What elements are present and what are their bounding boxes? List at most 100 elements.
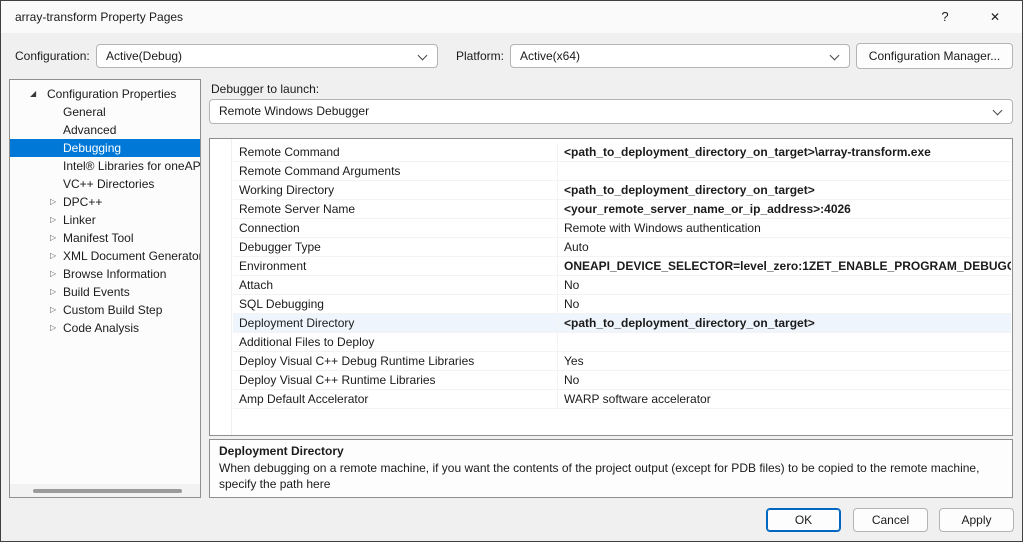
property-grid-gutter <box>210 139 232 435</box>
tree-item-label: DPC++ <box>63 193 102 211</box>
property-value[interactable]: Auto <box>557 238 1011 256</box>
ok-button[interactable]: OK <box>766 508 841 532</box>
property-value[interactable]: Remote with Windows authentication <box>557 219 1011 237</box>
tree-item[interactable]: ▷ Custom Build Step <box>10 301 200 319</box>
configuration-select[interactable]: Active(Debug) <box>96 44 438 68</box>
property-value[interactable]: No <box>557 276 1011 294</box>
property-value[interactable] <box>557 162 1011 180</box>
tree-expander-icon[interactable]: ▷ <box>50 301 56 319</box>
property-value[interactable]: <path_to_deployment_directory_on_target> <box>557 314 1011 332</box>
configuration-manager-button[interactable]: Configuration Manager... <box>856 43 1013 69</box>
property-row[interactable]: Deploy Visual C++ Runtime Libraries No <box>233 371 1011 390</box>
property-row[interactable]: Deployment Directory <path_to_deployment… <box>233 314 1011 333</box>
tree-item[interactable]: VC++ Directories <box>10 175 200 193</box>
tree-expander-icon[interactable]: ◢ <box>30 85 36 103</box>
tree-item-label: Advanced <box>63 121 116 139</box>
property-name: Working Directory <box>233 181 557 199</box>
apply-button[interactable]: Apply <box>939 508 1014 532</box>
property-name: Remote Command Arguments <box>233 162 557 180</box>
cancel-button[interactable]: Cancel <box>853 508 928 532</box>
chevron-down-icon <box>993 106 1003 116</box>
tree-item[interactable]: Advanced <box>10 121 200 139</box>
property-pages-dialog: array-transform Property Pages ? ✕ Confi… <box>0 0 1023 542</box>
chevron-down-icon <box>418 51 428 61</box>
property-grid: Remote Command <path_to_deployment_direc… <box>209 138 1013 436</box>
debugger-value: Remote Windows Debugger <box>219 104 369 118</box>
tree-item[interactable]: ▷ Code Analysis <box>10 319 200 337</box>
property-row[interactable]: Attach No <box>233 276 1011 295</box>
tree-expander-icon[interactable]: ▷ <box>50 193 56 211</box>
properties-tree: ◢ Configuration Properties General Advan… <box>9 79 201 498</box>
tree-item-label: Configuration Properties <box>47 85 176 103</box>
property-row[interactable]: Working Directory <path_to_deployment_di… <box>233 181 1011 200</box>
property-value[interactable] <box>557 333 1011 351</box>
tree-item[interactable]: Intel® Libraries for oneAPI <box>10 157 200 175</box>
tree-expander-icon[interactable]: ▷ <box>50 283 56 301</box>
tree-item-label: Code Analysis <box>63 319 139 337</box>
property-value[interactable]: No <box>557 295 1011 313</box>
tree-item-label: Manifest Tool <box>63 229 133 247</box>
tree-expander-icon[interactable]: ▷ <box>50 265 56 283</box>
tree-item-label: General <box>63 103 106 121</box>
tree-item[interactable]: ▷ Manifest Tool <box>10 229 200 247</box>
tree-expander-icon[interactable]: ▷ <box>50 229 56 247</box>
close-button[interactable]: ✕ <box>974 1 1016 33</box>
property-name: Deploy Visual C++ Runtime Libraries <box>233 371 557 389</box>
tree-item[interactable]: ▷ Browse Information <box>10 265 200 283</box>
description-text: When debugging on a remote machine, if y… <box>219 460 1003 492</box>
property-value[interactable]: No <box>557 371 1011 389</box>
property-value[interactable]: ONEAPI_DEVICE_SELECTOR=level_zero:1ZET_E… <box>557 257 1011 275</box>
property-description-panel: Deployment Directory When debugging on a… <box>209 439 1013 498</box>
property-row[interactable]: Amp Default Accelerator WARP software ac… <box>233 390 1011 409</box>
property-row[interactable]: Remote Command Arguments <box>233 162 1011 181</box>
property-name: Connection <box>233 219 557 237</box>
tree-item[interactable]: ▷ Build Events <box>10 283 200 301</box>
tree-item[interactable]: ▷ XML Document Generator <box>10 247 200 265</box>
property-name: Deployment Directory <box>233 314 557 332</box>
platform-value: Active(x64) <box>520 49 580 63</box>
tree-horizontal-scrollbar[interactable] <box>10 484 200 497</box>
property-value[interactable]: <your_remote_server_name_or_ip_address>:… <box>557 200 1011 218</box>
configuration-label: Configuration: <box>15 49 90 63</box>
tree-item[interactable]: Debugging <box>10 139 200 157</box>
tree-expander-icon[interactable]: ▷ <box>50 211 56 229</box>
tree-item[interactable]: ▷ Linker <box>10 211 200 229</box>
tree-item-label: Linker <box>63 211 96 229</box>
tree-item-label: Custom Build Step <box>63 301 162 319</box>
property-row[interactable]: Remote Command <path_to_deployment_direc… <box>233 143 1011 162</box>
tree-item[interactable]: ▷ DPC++ <box>10 193 200 211</box>
property-grid-rows: Remote Command <path_to_deployment_direc… <box>233 143 1011 409</box>
property-row[interactable]: Remote Server Name <your_remote_server_n… <box>233 200 1011 219</box>
property-name: Additional Files to Deploy <box>233 333 557 351</box>
property-value[interactable]: WARP software accelerator <box>557 390 1011 408</box>
property-value[interactable]: <path_to_deployment_directory_on_target>… <box>557 143 1011 161</box>
property-row[interactable]: SQL Debugging No <box>233 295 1011 314</box>
tree-item-label: Browse Information <box>63 265 166 283</box>
help-button[interactable]: ? <box>924 1 966 33</box>
property-value[interactable]: Yes <box>557 352 1011 370</box>
title-bar: array-transform Property Pages ? ✕ <box>1 1 1022 33</box>
tree-item-label: Debugging <box>63 139 121 157</box>
property-row[interactable]: Deploy Visual C++ Debug Runtime Librarie… <box>233 352 1011 371</box>
tree-expander-icon[interactable]: ▷ <box>50 319 56 337</box>
tree-item-label: Build Events <box>63 283 130 301</box>
platform-select[interactable]: Active(x64) <box>510 44 850 68</box>
property-name: Debugger Type <box>233 238 557 256</box>
property-name: Amp Default Accelerator <box>233 390 557 408</box>
help-icon: ? <box>941 9 948 24</box>
tree-item-label: XML Document Generator <box>63 247 201 265</box>
property-row[interactable]: Connection Remote with Windows authentic… <box>233 219 1011 238</box>
tree-item[interactable]: General <box>10 103 200 121</box>
property-row[interactable]: Additional Files to Deploy <box>233 333 1011 352</box>
property-value[interactable]: <path_to_deployment_directory_on_target> <box>557 181 1011 199</box>
property-row[interactable]: Debugger Type Auto <box>233 238 1011 257</box>
chevron-down-icon <box>830 51 840 61</box>
tree-item-label: Intel® Libraries for oneAPI <box>63 157 201 175</box>
tree-item[interactable]: ◢ Configuration Properties <box>10 85 200 103</box>
property-row[interactable]: Environment ONEAPI_DEVICE_SELECTOR=level… <box>233 257 1011 276</box>
description-title: Deployment Directory <box>219 444 1003 458</box>
tree-expander-icon[interactable]: ▷ <box>50 247 56 265</box>
property-name: Remote Command <box>233 143 557 161</box>
scrollbar-thumb[interactable] <box>33 489 182 493</box>
debugger-select[interactable]: Remote Windows Debugger <box>209 99 1013 124</box>
